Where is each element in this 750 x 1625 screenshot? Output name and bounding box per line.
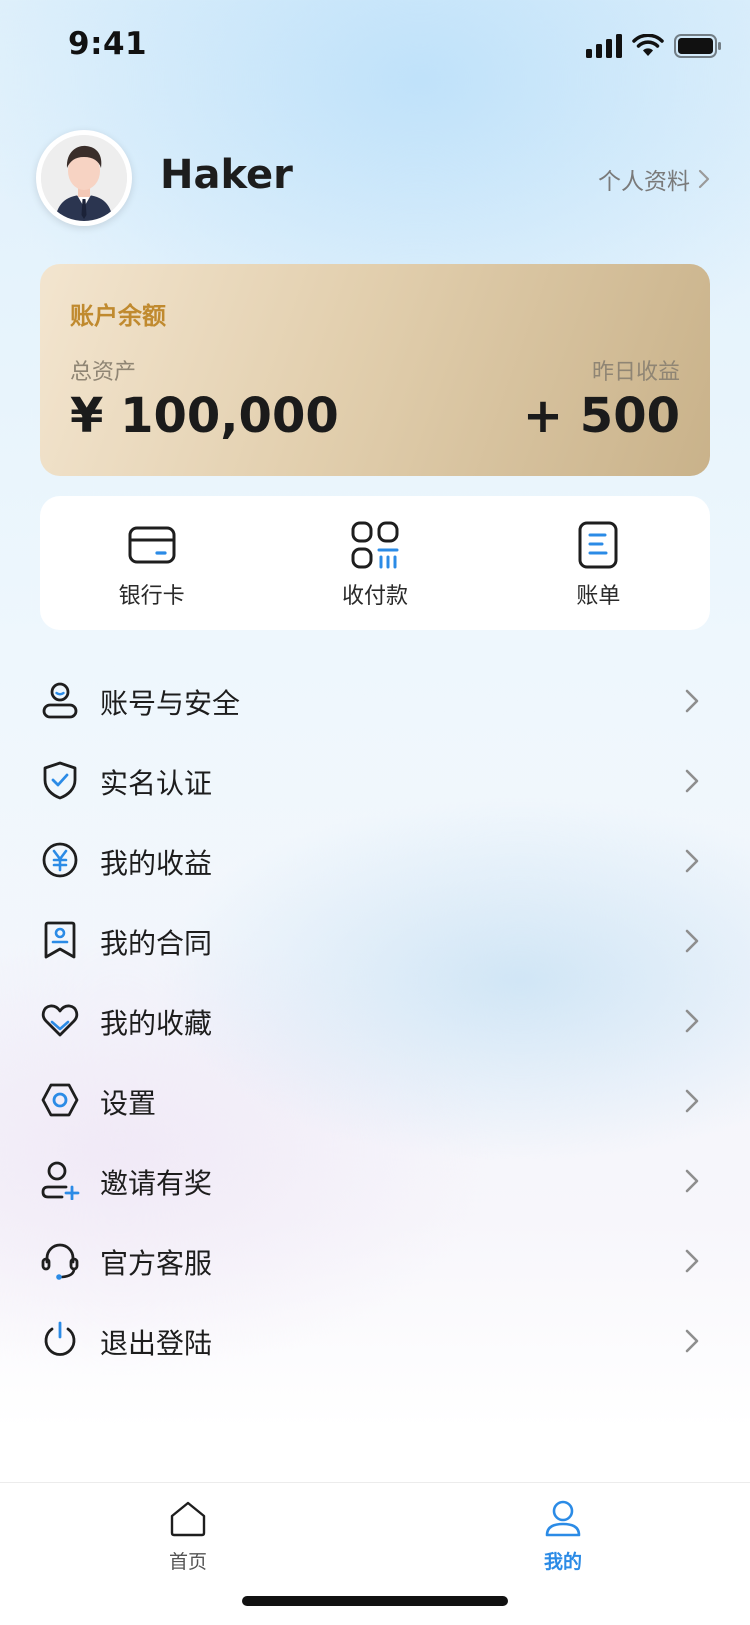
- chevron-right-icon: [685, 1329, 699, 1353]
- menu-item-real-name[interactable]: 实名认证: [0, 742, 750, 822]
- yuan-coin-icon: [42, 842, 78, 878]
- cellular-signal-icon: [586, 34, 622, 58]
- chevron-right-icon: [698, 169, 710, 189]
- menu-item-label: 我的合同: [100, 927, 213, 960]
- quick-action-label: 收付款: [341, 584, 408, 609]
- chevron-right-icon: [685, 1169, 699, 1193]
- battery-icon: [674, 34, 721, 58]
- invite-user-icon: [41, 1161, 80, 1200]
- heart-icon: [41, 1004, 79, 1037]
- tab-label: 我的: [543, 1551, 582, 1573]
- menu-item-settings[interactable]: 设置: [0, 1062, 750, 1142]
- menu-item-customer-service[interactable]: 官方客服: [0, 1222, 750, 1302]
- chevron-right-icon: [685, 1089, 699, 1113]
- avatar-image: [41, 135, 127, 221]
- quick-actions: 银行卡 收付款 账单: [40, 496, 710, 630]
- menu-item-account-security[interactable]: 账号与安全: [0, 662, 750, 742]
- menu-item-label: 官方客服: [100, 1247, 213, 1280]
- status-bar: 9:41: [0, 0, 750, 92]
- home-indicator[interactable]: [242, 1596, 508, 1606]
- home-icon: [170, 1501, 206, 1537]
- chevron-right-icon: [685, 929, 699, 953]
- bank-card-icon: [128, 526, 176, 564]
- profile-link-label: 个人资料: [598, 169, 690, 195]
- balance-card[interactable]: 账户余额 总资产 ¥ 100,000 昨日收益 + 500: [40, 264, 710, 476]
- menu-item-label: 我的收益: [100, 847, 213, 880]
- tab-mine[interactable]: 我的: [503, 1499, 623, 1574]
- chevron-right-icon: [685, 1009, 699, 1033]
- username: Haker: [160, 152, 293, 198]
- settings-hexagon-icon: [41, 1083, 79, 1117]
- quick-action-bank-card[interactable]: 银行卡: [40, 496, 263, 630]
- chevron-right-icon: [685, 849, 699, 873]
- contract-icon: [44, 921, 76, 959]
- profile-link[interactable]: 个人资料: [598, 162, 710, 196]
- total-assets-value: ¥ 100,000: [70, 388, 339, 444]
- payment-icon: [351, 521, 399, 569]
- quick-action-label: 账单: [576, 584, 621, 609]
- menu-item-label: 实名认证: [100, 767, 213, 800]
- yesterday-earnings-label: 昨日收益: [591, 360, 680, 385]
- total-assets-label: 总资产: [70, 360, 137, 385]
- headset-icon: [41, 1243, 79, 1280]
- power-icon: [44, 1321, 76, 1356]
- status-icons: [586, 30, 722, 62]
- menu-list: 账号与安全 实名认证 我的收益 我的合同 我的收藏 设置 邀请有奖 官方客服 退…: [0, 662, 750, 1382]
- menu-item-favorites[interactable]: 我的收藏: [0, 982, 750, 1062]
- menu-item-label: 退出登陆: [100, 1327, 213, 1360]
- chevron-right-icon: [685, 689, 699, 713]
- avatar[interactable]: [36, 130, 132, 226]
- menu-item-invite[interactable]: 邀请有奖: [0, 1142, 750, 1222]
- wifi-icon: [632, 34, 664, 56]
- menu-item-contract[interactable]: 我的合同: [0, 902, 750, 982]
- user-icon: [545, 1500, 581, 1537]
- yesterday-earnings-value: + 500: [522, 388, 680, 444]
- menu-item-label: 设置: [100, 1087, 157, 1120]
- balance-card-title: 账户余额: [70, 302, 166, 330]
- tab-home[interactable]: 首页: [128, 1499, 248, 1574]
- bill-icon: [578, 521, 618, 569]
- quick-action-bill[interactable]: 账单: [487, 496, 710, 630]
- menu-item-label: 邀请有奖: [100, 1167, 213, 1200]
- menu-item-earnings[interactable]: 我的收益: [0, 822, 750, 902]
- menu-item-label: 账号与安全: [100, 687, 241, 720]
- status-time: 9:41: [68, 26, 148, 62]
- quick-action-label: 银行卡: [118, 584, 185, 609]
- menu-item-logout[interactable]: 退出登陆: [0, 1302, 750, 1382]
- chevron-right-icon: [685, 1249, 699, 1273]
- quick-action-payment[interactable]: 收付款: [263, 496, 486, 630]
- account-security-icon: [42, 682, 78, 719]
- tab-label: 首页: [168, 1551, 207, 1573]
- menu-item-label: 我的收藏: [100, 1007, 213, 1040]
- chevron-right-icon: [685, 769, 699, 793]
- verified-shield-icon: [43, 761, 77, 800]
